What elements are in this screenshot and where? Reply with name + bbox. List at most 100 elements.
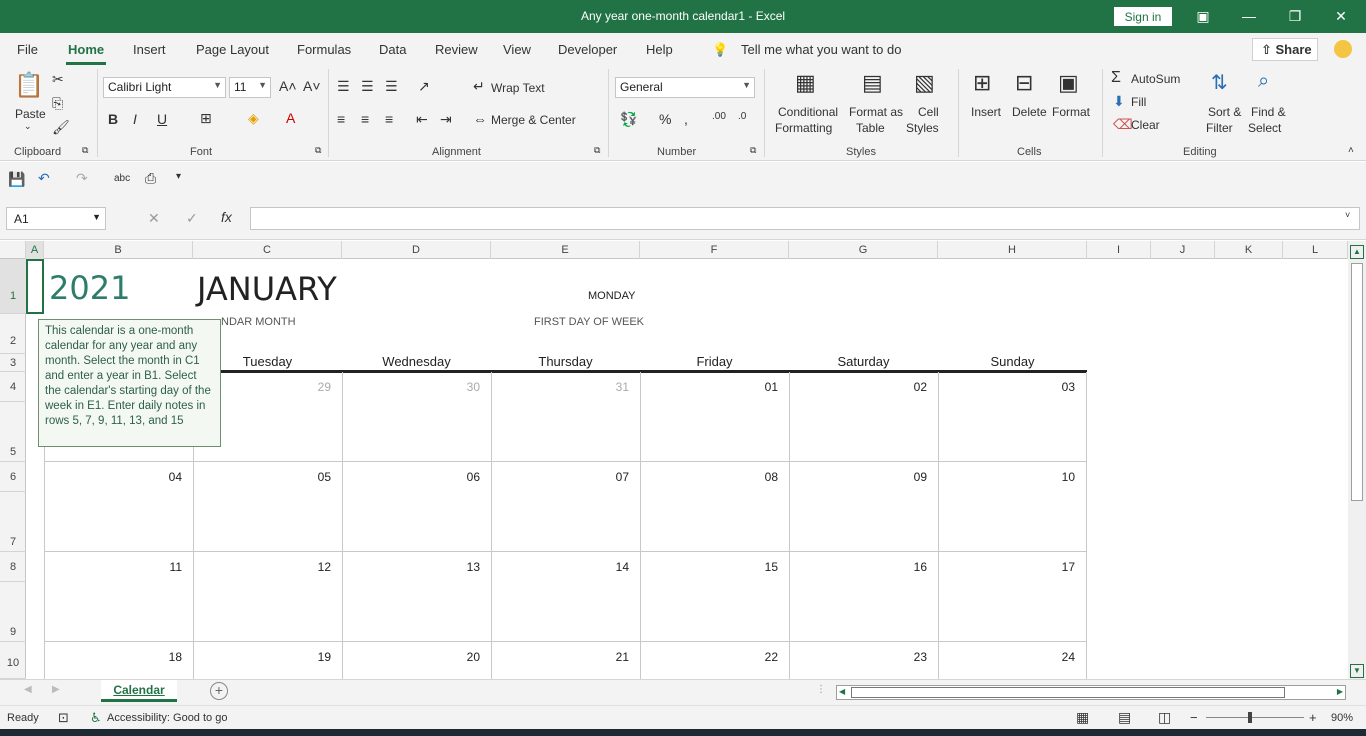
- zoom-slider-thumb[interactable]: [1248, 712, 1252, 723]
- format-as-table-icon[interactable]: ▤: [862, 70, 883, 96]
- column-header[interactable]: I: [1087, 241, 1151, 259]
- conditional-formatting-icon[interactable]: ▦: [795, 70, 816, 96]
- font-launcher-icon[interactable]: ⧉: [315, 145, 321, 156]
- scroll-thumb[interactable]: [1351, 263, 1363, 501]
- delete-cells-icon[interactable]: ⊟: [1015, 70, 1033, 96]
- scroll-down-icon[interactable]: ▼: [1350, 664, 1364, 678]
- column-header[interactable]: G: [789, 241, 938, 259]
- clear-icon[interactable]: ⌫: [1113, 116, 1133, 133]
- column-header[interactable]: K: [1215, 241, 1283, 259]
- menu-insert[interactable]: Insert: [133, 42, 166, 57]
- cut-icon[interactable]: ✂: [52, 71, 64, 88]
- zoom-slider[interactable]: [1206, 717, 1304, 718]
- menu-formulas[interactable]: Formulas: [297, 42, 351, 57]
- vertical-scrollbar[interactable]: ▲ ▼: [1348, 241, 1366, 679]
- page-layout-view-icon[interactable]: ▤: [1118, 709, 1131, 726]
- decrease-indent-icon[interactable]: ⇤: [416, 111, 428, 128]
- row-header[interactable]: 4: [0, 372, 26, 402]
- column-header[interactable]: F: [640, 241, 789, 259]
- insert-cells-icon[interactable]: ⊞: [973, 70, 991, 96]
- format-cells-icon[interactable]: ▣: [1058, 70, 1079, 96]
- horizontal-scroll-thumb[interactable]: [851, 687, 1285, 698]
- row-header[interactable]: 1: [0, 259, 26, 314]
- calendar-month[interactable]: JANUARY: [197, 270, 337, 308]
- orientation-icon[interactable]: ↗: [418, 78, 430, 95]
- paste-dropdown-icon[interactable]: ⌄: [24, 121, 32, 132]
- find-select-icon[interactable]: ⌕: [1258, 70, 1269, 93]
- row-header[interactable]: 7: [0, 492, 26, 552]
- undo-icon[interactable]: ↶: [38, 170, 50, 187]
- save-icon[interactable]: 💾: [8, 171, 25, 188]
- day-cell[interactable]: 01: [640, 380, 778, 394]
- autosum-button[interactable]: AutoSum: [1131, 72, 1180, 86]
- font-name-select[interactable]: Calibri Light ▼: [103, 77, 226, 98]
- increase-indent-icon[interactable]: ⇥: [440, 111, 452, 128]
- day-cell[interactable]: 15: [640, 560, 778, 574]
- align-top-icon[interactable]: ☰: [337, 78, 350, 95]
- day-cell[interactable]: 22: [640, 650, 778, 664]
- font-color-icon[interactable]: A: [286, 110, 295, 126]
- clipboard-launcher-icon[interactable]: ⧉: [82, 145, 88, 156]
- align-middle-icon[interactable]: ☰: [361, 78, 374, 95]
- menu-view[interactable]: View: [503, 42, 531, 57]
- tell-me-search[interactable]: Tell me what you want to do: [741, 42, 901, 57]
- align-right-icon[interactable]: ≡: [385, 111, 393, 127]
- day-cell[interactable]: 09: [789, 470, 927, 484]
- day-cell[interactable]: 08: [640, 470, 778, 484]
- font-size-select[interactable]: 11 ▼: [229, 77, 271, 98]
- sort-filter-label-1[interactable]: Sort &: [1208, 105, 1241, 119]
- number-format-select[interactable]: General ▼: [615, 77, 755, 98]
- maximize-icon[interactable]: ❐: [1272, 0, 1318, 33]
- ribbon-display-icon[interactable]: ▣: [1180, 0, 1226, 33]
- format-cells-button[interactable]: Format: [1052, 105, 1090, 119]
- row-header[interactable]: 8: [0, 552, 26, 582]
- zoom-in-icon[interactable]: +: [1309, 710, 1317, 725]
- day-cell[interactable]: 20: [342, 650, 480, 664]
- sort-filter-icon[interactable]: ⇅: [1211, 70, 1228, 95]
- merge-center-button[interactable]: Merge & Center: [491, 113, 576, 127]
- row-header[interactable]: 6: [0, 462, 26, 492]
- sort-filter-label-2[interactable]: Filter: [1206, 121, 1233, 135]
- spelling-icon[interactable]: abc: [114, 173, 130, 184]
- fill-icon[interactable]: ⬇: [1113, 93, 1125, 110]
- accessibility-status[interactable]: Accessibility: Good to go: [107, 712, 227, 724]
- menu-page-layout[interactable]: Page Layout: [196, 42, 269, 57]
- menu-developer[interactable]: Developer: [558, 42, 617, 57]
- bold-button[interactable]: B: [108, 111, 118, 127]
- day-cell[interactable]: 16: [789, 560, 927, 574]
- macro-record-icon[interactable]: ⊡: [58, 710, 69, 726]
- calendar-year[interactable]: 2021: [49, 269, 130, 307]
- name-box[interactable]: A1 ▼: [6, 207, 106, 230]
- wrap-text-button[interactable]: Wrap Text: [491, 81, 545, 95]
- format-painter-icon[interactable]: 🖌: [52, 119, 70, 136]
- cancel-icon[interactable]: ✕: [148, 210, 160, 227]
- copy-icon[interactable]: ⎘: [52, 95, 63, 112]
- day-cell[interactable]: 24: [938, 650, 1075, 664]
- number-launcher-icon[interactable]: ⧉: [750, 145, 756, 156]
- underline-button[interactable]: U: [157, 111, 167, 127]
- format-as-table-label-2[interactable]: Table: [856, 121, 885, 135]
- zoom-level[interactable]: 90%: [1331, 712, 1353, 724]
- accessibility-icon[interactable]: ♿: [90, 710, 102, 726]
- day-cell[interactable]: 06: [342, 470, 480, 484]
- day-cell[interactable]: 14: [491, 560, 629, 574]
- share-button[interactable]: ⇧ Share: [1252, 38, 1318, 61]
- format-as-table-label-1[interactable]: Format as: [849, 105, 903, 119]
- column-header[interactable]: L: [1283, 241, 1348, 259]
- delete-cells-button[interactable]: Delete: [1012, 105, 1047, 119]
- increase-decimal-icon[interactable]: .00: [712, 111, 726, 122]
- column-header[interactable]: A: [26, 241, 44, 259]
- scroll-left-icon[interactable]: ◀: [839, 687, 845, 696]
- row-header[interactable]: 5: [0, 402, 26, 462]
- minimize-icon[interactable]: —: [1226, 0, 1272, 33]
- day-cell[interactable]: 18: [44, 650, 182, 664]
- zoom-out-icon[interactable]: −: [1190, 710, 1198, 725]
- italic-button[interactable]: I: [133, 111, 137, 127]
- sheet-tab-calendar[interactable]: Calendar: [101, 680, 177, 702]
- collapse-ribbon-icon[interactable]: ˄: [1348, 145, 1354, 156]
- horizontal-scrollbar[interactable]: ◀ ▶: [836, 685, 1346, 700]
- increase-font-icon[interactable]: A˄: [279, 78, 297, 94]
- customize-qat-icon[interactable]: ▾: [176, 171, 181, 182]
- prev-sheet-icon[interactable]: ◀: [24, 684, 32, 695]
- wrap-text-icon[interactable]: ↵: [473, 78, 485, 95]
